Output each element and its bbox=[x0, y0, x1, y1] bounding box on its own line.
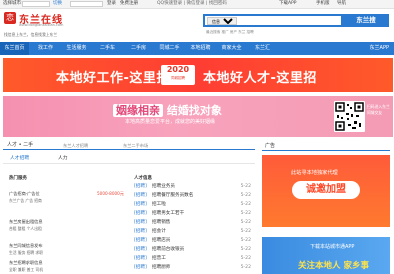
username-field[interactable] bbox=[70, 1, 103, 7]
app-download-ad[interactable]: 下载本站城市通APP 关注本地人 家乡事 bbox=[262, 237, 390, 274]
franchise-ad-button[interactable]: 诚邀加盟 bbox=[292, 181, 360, 199]
hot-services-heading: 热门服务 bbox=[9, 176, 27, 181]
download-app-link[interactable]: 下载APP bbox=[279, 1, 297, 7]
main-nav: 东兰首页 找工作 生活服务 二手车 二手房 同城二手 本地招聘 商家大全 东兰汇… bbox=[0, 42, 394, 55]
nav-item-merchants[interactable]: 商家大全 bbox=[217, 42, 246, 55]
top-bar: 选择城市： 切换 登录 免费注册 QQ快速登录 | 微信登录 | 找回密码 下载… bbox=[0, 0, 394, 9]
site-slogan: 找信息上东兰，信息找我上东兰 bbox=[4, 32, 58, 37]
city-field[interactable] bbox=[22, 1, 50, 7]
dating-title: 姻缘相亲 结婚找对象 bbox=[113, 102, 222, 118]
subtab-recruit[interactable]: 人才招聘 bbox=[10, 154, 29, 164]
list-item[interactable]: [招聘] 招聘业务员 5-22 bbox=[134, 183, 251, 191]
dating-banner[interactable]: 姻缘相亲 结婚找对象 本地高质量恋爱平台，成就您的美好姻缘 扫码进入东兰同城交友 bbox=[3, 96, 393, 137]
nav-item-jobs[interactable]: 找工作 bbox=[31, 42, 60, 55]
list-item[interactable]: [招聘] 招聘厨师 5-22 bbox=[134, 264, 251, 272]
sub-tab-bar: 人才招聘 人力 bbox=[3, 154, 255, 164]
list-item[interactable]: [招聘] 招聘店员 5-22 bbox=[134, 237, 251, 245]
nav-item-houses[interactable]: 二手房 bbox=[124, 42, 153, 55]
list-item[interactable]: [招聘] 招工啦 5-22 bbox=[134, 201, 251, 209]
login-link[interactable]: 登录 bbox=[107, 1, 116, 7]
login-notice[interactable]: QQ快速登录 | 微信登录 | 找回密码 bbox=[157, 1, 227, 7]
nav-item-home[interactable]: 东兰首页 bbox=[0, 42, 29, 55]
talent-info-heading: 人才信息 bbox=[134, 176, 152, 181]
list-item[interactable]: [招聘] 招会计 5-22 bbox=[134, 228, 251, 236]
nav-app-link[interactable]: 东兰APP bbox=[370, 42, 389, 55]
header: 恋 东兰在线 www.donglanzaixian.com 找信息上东兰，信息找… bbox=[0, 9, 394, 42]
list-item-sub: 生活 服务 招聘 求职 bbox=[9, 250, 43, 255]
site-nav-link[interactable]: 导航 bbox=[337, 1, 346, 7]
hot-keywords[interactable]: 最近搜索 推广 房产 东兰 招聘 bbox=[206, 30, 254, 35]
list-item[interactable]: 广告招商·广告位 5000-8000元 bbox=[9, 191, 124, 197]
banner-left-text: 本地好工作-这里找 bbox=[56, 71, 170, 86]
register-link[interactable]: 免费注册 bbox=[120, 1, 138, 7]
list-item-sub: 东兰广告 广告 招商 bbox=[9, 198, 42, 203]
list-item[interactable]: [招聘] 招聘前台收银员 5-22 bbox=[134, 246, 251, 254]
franchise-ad[interactable]: 此站寻本地独家代理 诚邀加盟 bbox=[262, 155, 390, 227]
list-item-sub: 全职 兼职 普工 司机 bbox=[9, 267, 43, 272]
search-box[interactable]: 信息频道 bbox=[203, 14, 343, 27]
nav-item-used-cars[interactable]: 二手车 bbox=[93, 42, 122, 55]
list-item[interactable]: 东兰招聘求职信息 bbox=[9, 260, 124, 266]
logo-icon[interactable]: 恋 bbox=[4, 12, 16, 24]
franchise-ad-text: 此站寻本地独家代理 bbox=[291, 170, 338, 176]
list-item[interactable]: [招聘] 招聘男女工若干 5-22 bbox=[134, 210, 251, 218]
list-item[interactable]: 东兰同城信息发布 bbox=[9, 243, 124, 249]
tab-talent-secondhand[interactable]: 人才 • 二手 bbox=[7, 141, 33, 150]
subtab-manpower[interactable]: 人力 bbox=[58, 154, 68, 164]
search-button[interactable]: 东兰搜 bbox=[343, 14, 389, 27]
qr-caption: 扫码进入东兰同城交友 bbox=[367, 104, 390, 115]
app-ad-slogan: 关注本地人 家乡事 bbox=[298, 261, 369, 271]
banner-right-text: 本地好人才-这里招 bbox=[203, 71, 317, 86]
sidebar-ad-heading: 广告 bbox=[262, 141, 390, 151]
list-item-sub: 合租 整租 个人出租 bbox=[9, 226, 42, 231]
nav-item-secondhand[interactable]: 同城二手 bbox=[155, 42, 184, 55]
nav-item-services[interactable]: 生活服务 bbox=[62, 42, 91, 55]
list-item[interactable]: [招聘] 招聘销售 5-22 bbox=[134, 219, 251, 227]
nav-item-recruit[interactable]: 本地招聘 bbox=[186, 42, 215, 55]
list-item[interactable]: [招聘] 招聘餐厅服务员数名 5-22 bbox=[134, 192, 251, 200]
recruit-banner[interactable]: 本地好工作-这里找 2020 同城招聘 本地好人才-这里招 bbox=[3, 58, 393, 92]
qr-code-icon bbox=[334, 101, 365, 132]
banner-badge: 2020 同城招聘 bbox=[161, 65, 195, 85]
mobile-link[interactable]: 手机版 bbox=[316, 1, 330, 7]
tab-bar: 人才 • 二手 东兰人才招聘 东兰二手市场 bbox=[3, 141, 255, 150]
tab-talent-recruit[interactable]: 东兰人才招聘 bbox=[63, 141, 88, 150]
list-item[interactable]: [招聘] 招普工 5-22 bbox=[134, 255, 251, 263]
list-item[interactable]: 东兰房屋出租信息 bbox=[9, 219, 124, 225]
app-ad-text: 下载本站城市通APP bbox=[310, 244, 355, 250]
dating-subtitle: 本地高质量恋爱平台，成就您的美好姻缘 bbox=[125, 119, 216, 125]
search-channel-select[interactable]: 信息频道 bbox=[207, 17, 237, 25]
nav-item-hub[interactable]: 东兰汇 bbox=[248, 42, 277, 55]
switch-link[interactable]: 切换 bbox=[53, 1, 62, 7]
site-url: www.donglanzaixian.com bbox=[19, 23, 64, 27]
tab-secondhand-market[interactable]: 东兰二手市场 bbox=[123, 141, 148, 150]
